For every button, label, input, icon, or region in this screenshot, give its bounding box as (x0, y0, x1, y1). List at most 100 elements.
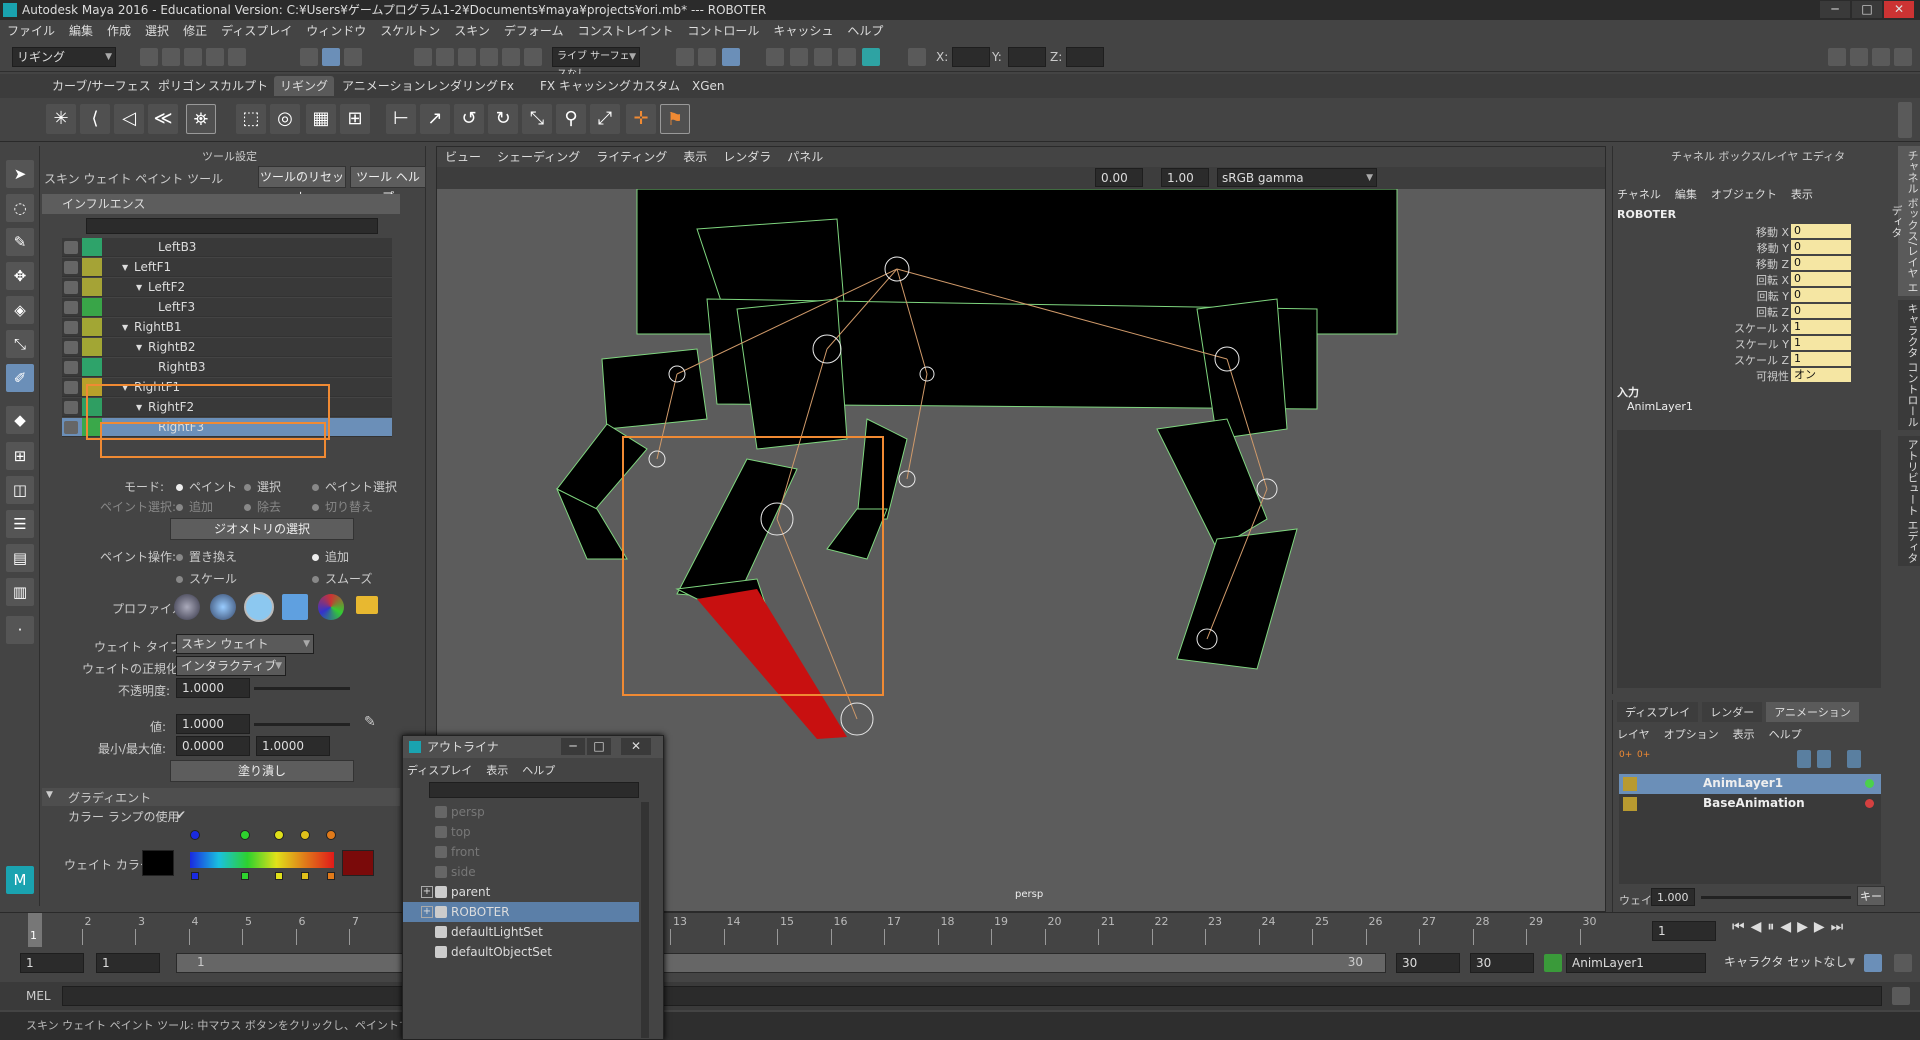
menu-item-11[interactable]: コントロール (680, 20, 766, 42)
new-scene-icon[interactable] (140, 48, 158, 66)
value-slider[interactable] (254, 723, 350, 726)
outliner-titlebar[interactable]: アウトライナ ─ □ ✕ (403, 736, 663, 758)
layer-menu-1[interactable]: オプション (1664, 726, 1719, 742)
channel-row[interactable]: スケール X1 (1613, 320, 1881, 336)
mode-select-radio[interactable]: 選択 (244, 478, 281, 495)
value-field[interactable]: 1.0000 (176, 714, 250, 734)
opacity-slider[interactable] (254, 687, 350, 690)
snap-curve-icon[interactable] (436, 48, 454, 66)
snap-view-icon[interactable] (480, 48, 498, 66)
paint-select-tool-icon[interactable]: ✎ (6, 228, 34, 256)
expand-arrow-icon[interactable]: ▼ (122, 258, 128, 277)
channel-value[interactable]: 1 (1791, 320, 1851, 334)
wrap-icon[interactable]: ⊞ (340, 104, 370, 134)
shelf-scroll-icon[interactable] (1898, 102, 1912, 138)
inputs-item[interactable]: AnimLayer1 (1627, 400, 1693, 413)
layer-tab-0[interactable]: ディスプレイ (1617, 702, 1699, 722)
shelf-tab-0[interactable]: カーブ/サーフェス (46, 76, 157, 96)
influence-row[interactable]: ▼ RightB1 (62, 318, 392, 337)
channel-menu-2[interactable]: オブジェクト (1711, 186, 1777, 202)
op-add-radio[interactable]: 追加 (312, 548, 349, 565)
lasso-tool-icon[interactable]: ◌ (6, 194, 34, 222)
attribute-editor-toggle-icon[interactable] (1850, 48, 1868, 66)
outliner-minimize-button[interactable]: ─ (561, 738, 585, 755)
auto-key-icon[interactable] (1864, 954, 1882, 972)
paint-weights-icon[interactable]: ◎ (270, 104, 300, 134)
influence-color-swatch[interactable] (82, 338, 102, 356)
mode-paint-radio[interactable]: ペイント (176, 478, 237, 495)
op-scale-radio[interactable]: スケール (176, 570, 237, 587)
layer-menu-0[interactable]: レイヤ (1617, 726, 1650, 742)
menuset-dropdown[interactable]: リギング (12, 47, 116, 67)
ramp-left-swatch[interactable] (142, 850, 174, 876)
toggle-sidebar-icon[interactable] (1828, 48, 1846, 66)
layout-four-icon[interactable]: ⊞ (6, 442, 34, 470)
ramp-marker-handle[interactable] (275, 872, 283, 880)
parent-constraint-icon[interactable]: ↻ (488, 104, 518, 134)
key-layer2-icon[interactable]: 0+ (1637, 750, 1651, 768)
side-tab-channel-box[interactable]: チャネル ボックス/レイヤ エディタ (1890, 146, 1920, 296)
anim-end-field[interactable]: 30 (1396, 953, 1460, 973)
channel-row[interactable]: 移動 X0 (1613, 224, 1881, 240)
ik-handle-icon[interactable]: ◁ (114, 104, 144, 134)
ps-remove-radio[interactable]: 除去 (244, 498, 281, 515)
gamma-field[interactable]: 1.00 (1161, 168, 1209, 187)
snap-surface-icon[interactable] (502, 48, 520, 66)
opacity-field[interactable]: 1.0000 (176, 678, 250, 698)
ramp-marker[interactable] (190, 830, 200, 840)
profile-soft-icon[interactable] (210, 594, 236, 620)
close-button[interactable]: ✕ (1884, 1, 1914, 18)
move-tool-icon[interactable]: ✥ (6, 262, 34, 290)
layer-menu-2[interactable]: 表示 (1733, 726, 1755, 742)
menu-item-7[interactable]: スケルトン (373, 20, 447, 42)
layout-two-icon[interactable]: ◫ (6, 476, 34, 504)
viewport-menu-0[interactable]: ビュー (437, 147, 489, 167)
viewport-menu-2[interactable]: ライティング (588, 147, 675, 167)
transform-field-mode-icon[interactable] (908, 48, 926, 66)
minimize-button[interactable]: ─ (1820, 1, 1850, 18)
orient-constraint-icon[interactable]: ↺ (454, 104, 484, 134)
flood-button[interactable]: 塗り潰し (170, 760, 354, 782)
scale-tool-icon[interactable]: ⤡ (6, 330, 34, 358)
menu-item-13[interactable]: ヘルプ (840, 20, 890, 42)
viewport-menu-1[interactable]: シェーディング (489, 147, 588, 167)
shelf-tab-4[interactable]: アニメーション (336, 76, 432, 96)
ramp-marker-handle[interactable] (327, 872, 335, 880)
undo-icon[interactable] (206, 48, 224, 66)
lock-icon[interactable] (64, 281, 78, 294)
outliner-menu-0[interactable]: ディスプレイ (407, 762, 472, 778)
influence-filter-field[interactable] (86, 218, 378, 234)
expand-arrow-icon[interactable]: ▼ (136, 338, 142, 357)
mel-input[interactable] (62, 986, 1882, 1006)
menu-item-1[interactable]: 編集 (62, 20, 100, 42)
lock-icon[interactable] (64, 341, 78, 354)
outliner-menu-1[interactable]: 表示 (486, 762, 508, 778)
z-field[interactable] (1066, 47, 1104, 67)
layer-lock-icon[interactable] (1623, 797, 1637, 811)
channel-row[interactable]: スケール Z1 (1613, 352, 1881, 368)
script-editor-icon[interactable] (1892, 987, 1910, 1005)
anim-start-field[interactable]: 1 (96, 953, 160, 973)
viewport-menu-3[interactable]: 表示 (675, 147, 715, 167)
viewport-menu-4[interactable]: レンダラ (715, 147, 779, 167)
menu-item-10[interactable]: コンストレイント (571, 20, 681, 42)
output-ops-icon[interactable] (698, 48, 716, 66)
shelf-tab-7[interactable]: FX キャッシング (534, 76, 637, 96)
ps-add-radio[interactable]: 追加 (176, 498, 213, 515)
op-replace-radio[interactable]: 置き換え (176, 548, 237, 565)
y-field[interactable] (1008, 47, 1046, 67)
channel-value[interactable]: オン (1791, 368, 1851, 382)
channel-box-toggle-icon[interactable] (1894, 48, 1912, 66)
layout-graph-icon[interactable]: ▤ (6, 544, 34, 572)
influence-color-swatch[interactable] (82, 298, 102, 316)
lock-icon[interactable] (64, 421, 78, 434)
ramp-marker[interactable] (240, 830, 250, 840)
redo-icon[interactable] (228, 48, 246, 66)
lattice-icon[interactable]: ▦ (306, 104, 336, 134)
character-set-dropdown[interactable]: キャラクタ セットなし (1720, 953, 1858, 973)
outliner-item[interactable]: + ROBOTER (403, 902, 639, 922)
shelf-tab-6[interactable]: Fx (494, 76, 520, 96)
render-settings-icon[interactable] (838, 48, 856, 66)
move-layer-up-icon[interactable] (1797, 750, 1811, 768)
channel-row[interactable]: 可視性 オン (1613, 368, 1881, 384)
